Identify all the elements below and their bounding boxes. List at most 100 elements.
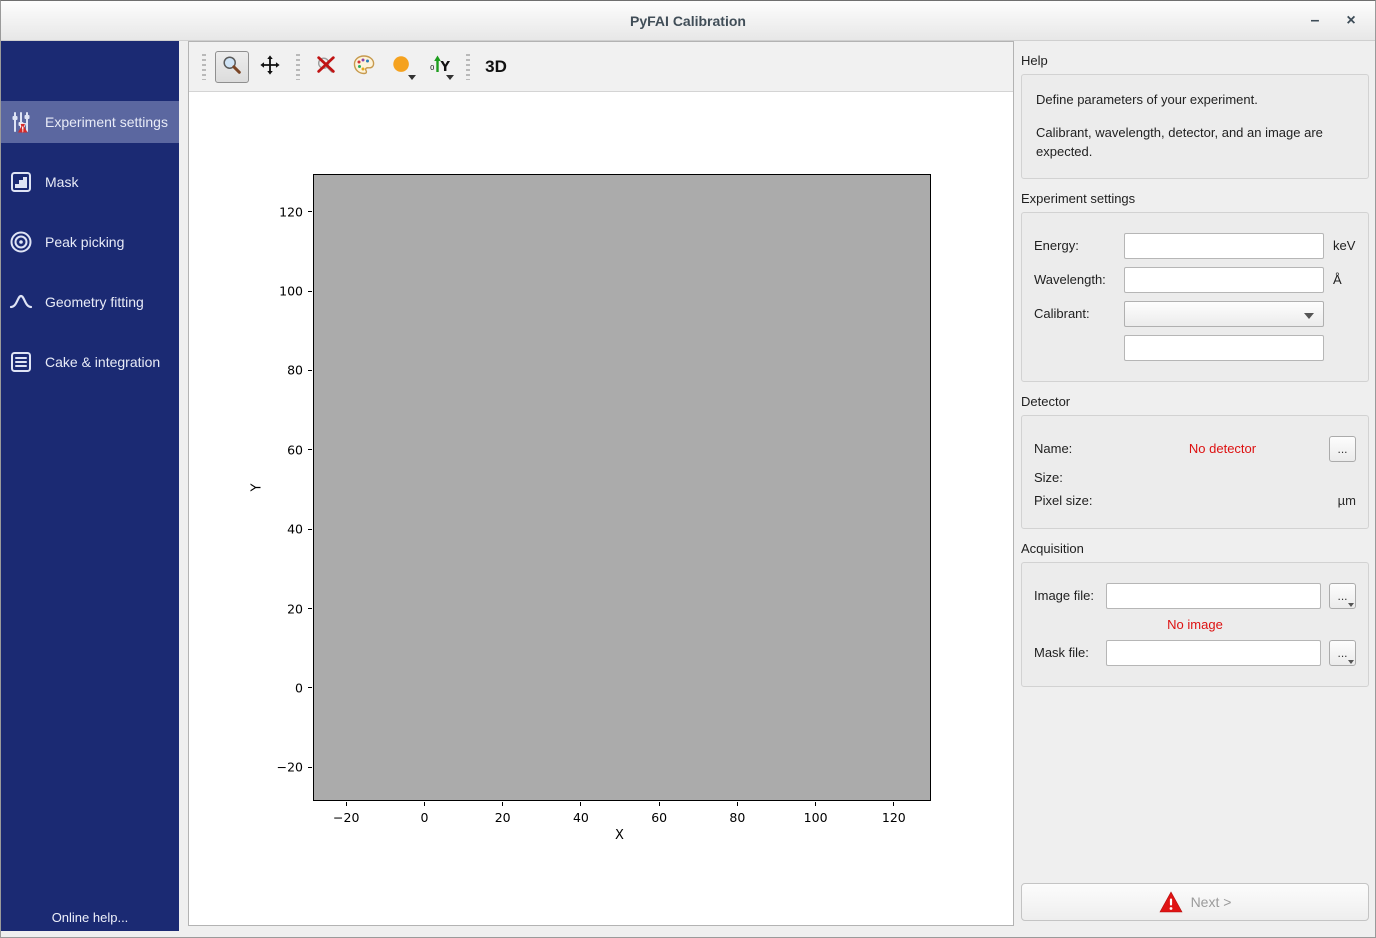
geometry-fitting-icon (9, 290, 33, 314)
y-axis-label: Y (249, 484, 264, 492)
image-file-browse-button[interactable]: ... (1329, 583, 1356, 609)
sidebar-item-cake-integration[interactable]: Cake & integration (1, 341, 179, 383)
wavelength-input[interactable] (1124, 267, 1324, 293)
y-tick-label: 20 (287, 601, 303, 616)
detector-name-label: Name: (1034, 441, 1124, 456)
peak-picking-icon (9, 230, 33, 254)
x-tick-label: −20 (333, 810, 359, 825)
detector-section-title: Detector (1021, 394, 1369, 409)
image-file-input[interactable] (1106, 583, 1321, 609)
dropdown-caret-icon (1348, 660, 1354, 664)
next-button[interactable]: Next > (1021, 883, 1369, 921)
y-tick-label: 40 (287, 522, 303, 537)
mask-icon (9, 170, 33, 194)
image-file-label: Image file: (1034, 588, 1106, 603)
mask-file-row: Mask file: ... (1034, 640, 1356, 666)
close-button[interactable]: × (1337, 7, 1365, 35)
y-tick-mark (308, 211, 312, 212)
plot-toolbar: 0 Y 3D (189, 42, 1013, 92)
x-tick-label: 20 (495, 810, 511, 825)
wavelength-unit: Å (1333, 272, 1342, 287)
x-tick-mark (737, 802, 738, 806)
y-axis-orientation-button[interactable]: 0 Y (423, 51, 457, 83)
calibrant-label: Calibrant: (1034, 306, 1124, 321)
marker-color-button[interactable] (385, 51, 419, 83)
sidebar-item-label: Cake & integration (45, 354, 160, 370)
x-tick-label: 60 (651, 810, 667, 825)
y-axis-sub-glyph: 0 (430, 64, 434, 72)
minimize-button[interactable]: – (1301, 7, 1329, 35)
detector-size-label: Size: (1034, 470, 1124, 485)
experiment-settings-box: Energy: keV Wavelength: Å Calibrant: (1021, 212, 1369, 382)
plot-panel: 0 Y 3D −20020406080100120−20020406080100… (188, 41, 1014, 926)
y-tick-label: 100 (279, 284, 303, 299)
reset-zoom-button[interactable] (309, 51, 343, 83)
next-button-label: Next > (1191, 894, 1232, 910)
x-tick-label: 80 (729, 810, 745, 825)
y-tick-label: −20 (277, 760, 303, 775)
y-tick-label: 0 (295, 680, 303, 695)
zoom-tool-button[interactable] (215, 51, 249, 83)
experiment-settings-title: Experiment settings (1021, 191, 1369, 206)
sidebar-item-label: Experiment settings (45, 114, 168, 130)
help-paragraph-1: Define parameters of your experiment. (1036, 91, 1354, 110)
sidebar: Experiment settings Mask Peak picking (1, 41, 179, 931)
help-section-title: Help (1021, 53, 1369, 68)
3d-view-button[interactable]: 3D (479, 51, 513, 83)
y-tick-mark (308, 449, 312, 450)
reset-zoom-icon (315, 54, 337, 79)
detector-pixel-size-row: Pixel size: µm (1034, 493, 1356, 508)
y-tick-mark (308, 370, 312, 371)
detector-name-row: Name: No detector ... (1034, 436, 1356, 462)
mask-file-label: Mask file: (1034, 645, 1106, 660)
mask-file-input[interactable] (1106, 640, 1321, 666)
colormap-button[interactable] (347, 51, 381, 83)
toolbar-handle (202, 54, 206, 80)
y-tick-mark (308, 291, 312, 292)
x-axis-label: X (615, 828, 624, 843)
y-tick-label: 80 (287, 363, 303, 378)
y-tick-mark (308, 529, 312, 530)
x-tick-mark (580, 802, 581, 806)
energy-row: Energy: keV (1034, 233, 1356, 259)
warning-icon (1159, 891, 1183, 913)
x-tick-mark (502, 802, 503, 806)
x-tick-label: 100 (804, 810, 828, 825)
experiment-settings-icon (9, 110, 33, 134)
dropdown-caret-icon (446, 75, 454, 80)
calibrant-filter-input[interactable] (1124, 335, 1324, 361)
sidebar-item-mask[interactable]: Mask (1, 161, 179, 203)
mask-file-browse-button[interactable]: ... (1329, 640, 1356, 666)
y-tick-mark (308, 767, 312, 768)
pan-tool-button[interactable] (253, 51, 287, 83)
sidebar-item-geometry-fitting[interactable]: Geometry fitting (1, 281, 179, 323)
toolbar-separator (296, 54, 300, 80)
x-tick-mark (424, 802, 425, 806)
wavelength-row: Wavelength: Å (1034, 267, 1356, 293)
acquisition-box: Image file: ... No image Mask file: ... (1021, 562, 1369, 687)
toolbar-separator (466, 54, 470, 80)
plot-canvas[interactable] (313, 174, 931, 801)
detector-box: Name: No detector ... Size: Pixel size: … (1021, 415, 1369, 529)
x-tick-label: 120 (882, 810, 906, 825)
detector-pixel-size-label: Pixel size: (1034, 493, 1124, 508)
help-paragraph-2: Calibrant, wavelength, detector, and an … (1036, 124, 1354, 162)
detector-browse-button[interactable]: ... (1329, 436, 1356, 462)
sidebar-item-experiment-settings[interactable]: Experiment settings (1, 101, 179, 143)
y-tick-mark (308, 687, 312, 688)
palette-icon (352, 53, 376, 80)
energy-input[interactable] (1124, 233, 1324, 259)
y-tick-mark (308, 608, 312, 609)
detector-size-row: Size: (1034, 470, 1356, 485)
dropdown-caret-icon (408, 75, 416, 80)
titlebar: PyFAI Calibration – × (1, 1, 1375, 41)
browse-label: ... (1337, 646, 1347, 660)
detector-pixel-size-unit: µm (1338, 493, 1356, 508)
sidebar-item-peak-picking[interactable]: Peak picking (1, 221, 179, 263)
x-tick-mark (815, 802, 816, 806)
calibrant-select[interactable] (1124, 301, 1324, 327)
wavelength-label: Wavelength: (1034, 272, 1124, 287)
online-help-link[interactable]: Online help... (1, 910, 179, 925)
y-tick-label: 120 (279, 204, 303, 219)
calibrant-row: Calibrant: (1034, 301, 1356, 327)
